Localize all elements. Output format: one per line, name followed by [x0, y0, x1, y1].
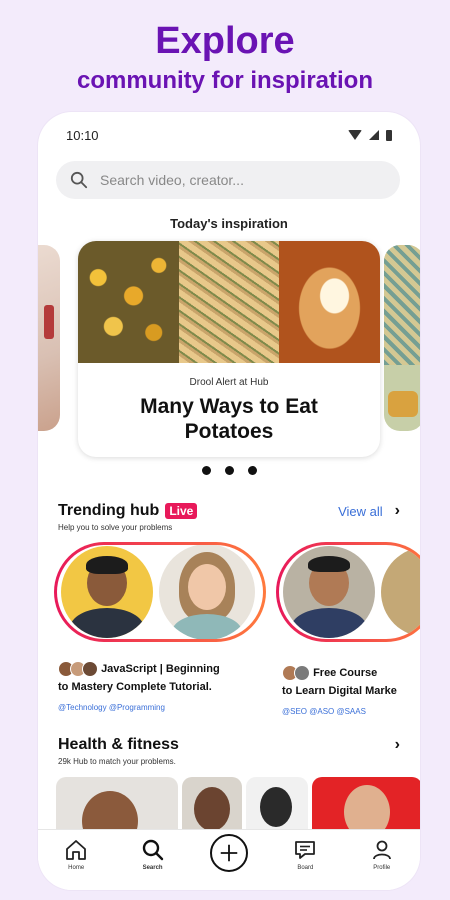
hub-card[interactable]	[54, 542, 266, 642]
battery-icon	[386, 129, 392, 141]
search-input[interactable]	[100, 172, 360, 188]
inspiration-card-title: Many Ways to Eat Potatoes	[140, 395, 318, 443]
promo-subtitle: community for inspiration	[76, 67, 373, 94]
inspiration-card-image	[78, 241, 380, 363]
search-icon	[142, 839, 163, 861]
health-thumbnail[interactable]	[312, 777, 420, 837]
chevron-right-icon: ›	[394, 502, 400, 519]
plus-icon	[209, 834, 248, 872]
host-avatar	[61, 546, 153, 638]
host-avatar	[381, 547, 420, 637]
inspiration-section-title: Today's inspiration	[170, 216, 288, 231]
trending-subtitle: Help you to solve your problems	[58, 523, 173, 532]
host-avatars	[282, 665, 310, 682]
nav-label: Board	[297, 865, 314, 871]
nav-label: Search	[142, 865, 163, 871]
nav-label: Profile	[373, 865, 391, 871]
view-all-label: View all	[338, 503, 383, 519]
hub-tags[interactable]: @Technology @Programming	[58, 699, 258, 717]
pagination-dot[interactable]	[247, 466, 257, 475]
wifi-icon	[348, 130, 362, 140]
hub-card-meta: JavaScript | Beginning to Mastery Comple…	[58, 660, 258, 717]
signal-icon	[369, 130, 379, 140]
phone-screen: 10:10 Today's inspiration Drool Alert at…	[38, 112, 420, 890]
search-icon	[70, 171, 88, 189]
health-thumbnails	[56, 777, 420, 837]
inspiration-card-previous[interactable]	[38, 245, 60, 431]
health-thumbnail[interactable]	[182, 777, 242, 837]
hub-title: Free Course	[313, 667, 378, 679]
inspiration-card-eyebrow: Drool Alert at Hub	[189, 377, 269, 388]
carousel-pagination	[38, 466, 420, 475]
hub-card-meta: Free Course to Learn Digital Marke @SEO …	[282, 664, 420, 721]
hub-card[interactable]	[276, 542, 420, 642]
inspiration-card-next[interactable]	[384, 245, 420, 431]
pagination-dot[interactable]	[201, 466, 211, 475]
status-icons	[348, 129, 392, 141]
promo-title: Explore	[155, 20, 295, 62]
nav-search[interactable]: Search	[125, 838, 181, 871]
status-bar: 10:10	[66, 126, 392, 144]
nav-home[interactable]: Home	[48, 838, 104, 871]
hub-title: to Learn Digital Marke	[282, 685, 397, 697]
view-all-link[interactable]: View all ›	[338, 502, 400, 520]
health-thumbnail[interactable]	[246, 777, 308, 837]
health-subtitle: 29k Hub to match your problems.	[58, 757, 176, 766]
nav-board[interactable]: Board	[277, 838, 333, 871]
host-avatar	[159, 545, 255, 639]
inspiration-card[interactable]: Drool Alert at Hub Many Ways to Eat Pota…	[78, 241, 380, 457]
pagination-dot[interactable]	[224, 466, 234, 475]
nav-profile[interactable]: Profile	[354, 838, 410, 871]
promo-header: Explore community for inspiration	[0, 18, 450, 96]
trending-title: Trending hub	[58, 502, 160, 519]
live-badge: Live	[165, 503, 198, 519]
chat-icon	[295, 841, 316, 859]
nav-label: Home	[68, 865, 85, 871]
status-time: 10:10	[66, 127, 99, 143]
home-icon	[66, 840, 87, 860]
bottom-nav: Home Search Board Profile	[38, 829, 420, 890]
health-thumbnail[interactable]	[56, 777, 178, 837]
trending-header: Trending hub Live View all ›	[58, 502, 400, 520]
health-title: Health & fitness	[58, 736, 179, 753]
chevron-right-icon[interactable]: ›	[395, 736, 400, 754]
hub-title: JavaScript | Beginning	[101, 663, 220, 675]
host-avatar	[283, 546, 375, 638]
profile-icon	[372, 840, 391, 860]
host-avatars	[58, 661, 98, 678]
hub-tags[interactable]: @SEO @ASO @SAAS	[282, 703, 420, 721]
search-bar[interactable]	[56, 161, 400, 199]
health-header: Health & fitness ›	[58, 736, 400, 754]
hub-title: to Mastery Complete Tutorial.	[58, 681, 212, 693]
nav-create[interactable]	[201, 834, 257, 872]
